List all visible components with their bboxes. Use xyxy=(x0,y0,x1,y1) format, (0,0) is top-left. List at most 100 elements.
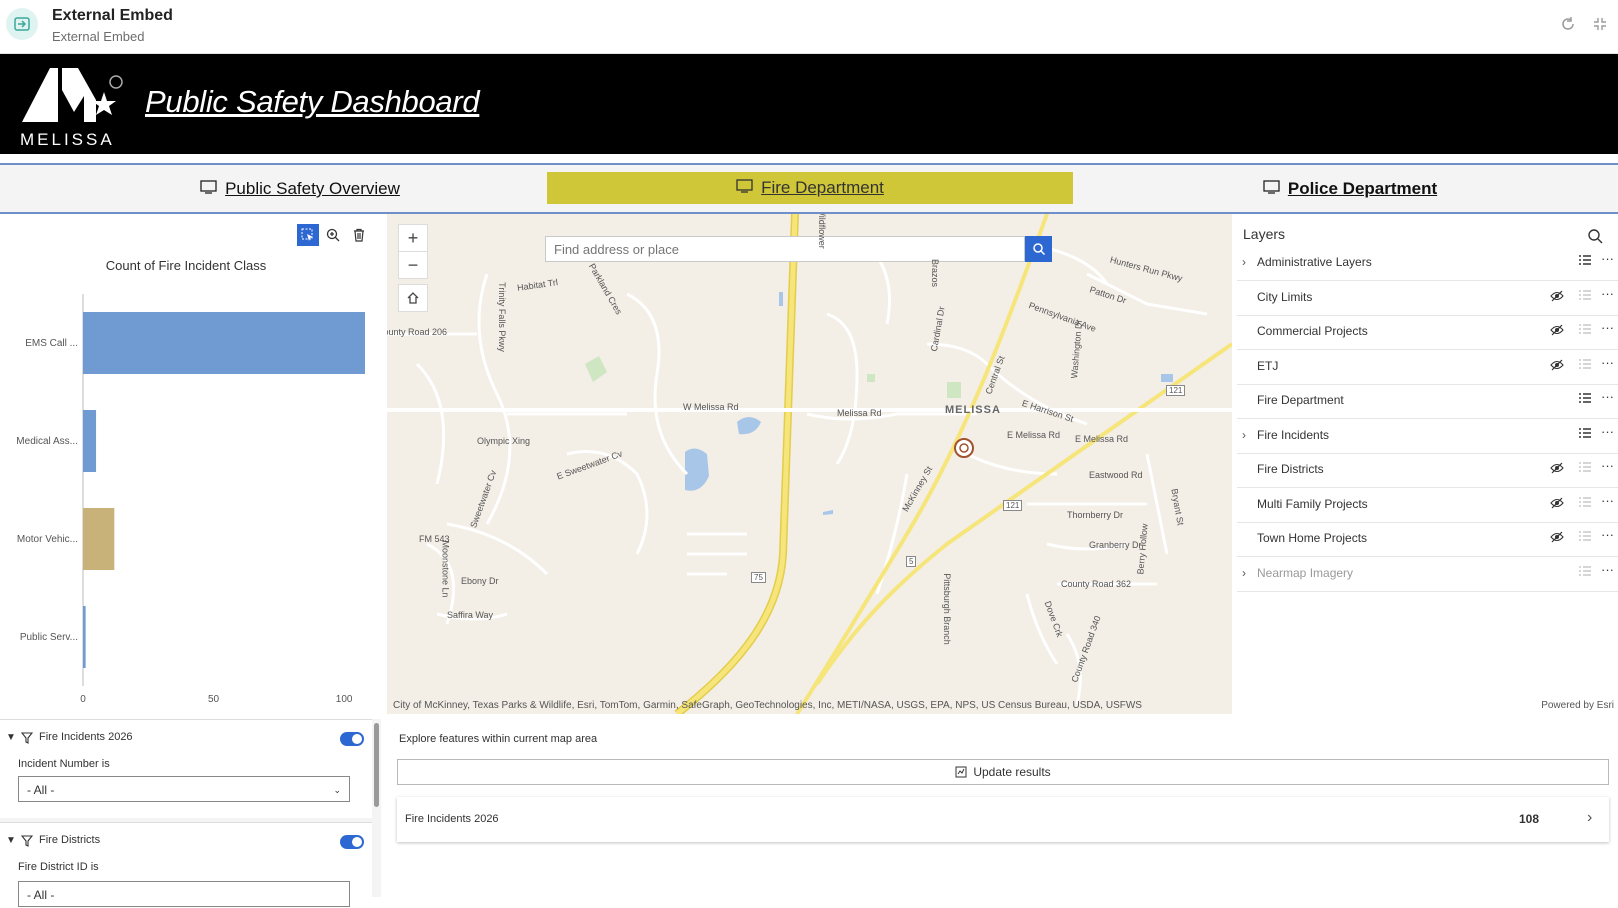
update-results-button[interactable]: Update results xyxy=(397,759,1609,785)
home-icon xyxy=(407,292,419,304)
tab-police-department[interactable]: Police Department xyxy=(1170,173,1530,205)
embed-title: External Embed xyxy=(52,7,173,24)
bar[interactable] xyxy=(83,312,365,374)
map-label: Thornberry Dr xyxy=(1067,510,1124,520)
dashboard-nav: Public Safety Overview Fire Department P… xyxy=(0,163,1618,214)
bar[interactable] xyxy=(83,508,115,570)
more-options-icon[interactable]: ··· xyxy=(1601,493,1614,508)
layer-item[interactable]: Town Home Projects ··· xyxy=(1237,522,1618,557)
layer-item[interactable]: › Nearmap Imagery ··· xyxy=(1237,557,1618,592)
chevron-down-icon: ⌄ xyxy=(333,785,341,795)
layer-name: Fire Districts xyxy=(1257,462,1324,476)
more-options-icon[interactable]: ··· xyxy=(1601,424,1614,439)
layer-item[interactable]: › Administrative Layers ··· xyxy=(1237,246,1618,281)
legend-icon[interactable] xyxy=(1578,254,1592,271)
tab-public-safety-overview[interactable]: Public Safety Overview xyxy=(120,173,480,205)
fire-district-select[interactable]: - All - xyxy=(18,881,350,907)
more-options-icon[interactable]: ··· xyxy=(1601,320,1614,335)
layer-item[interactable]: › Fire Incidents ··· xyxy=(1237,419,1618,454)
legend-icon[interactable] xyxy=(1578,530,1592,547)
more-options-icon[interactable]: ··· xyxy=(1601,389,1614,404)
layers-panel: Layers › Administrative Layers ··· City Lim… xyxy=(1237,214,1618,714)
bar[interactable] xyxy=(83,606,86,668)
chevron-right-icon[interactable]: › xyxy=(1242,255,1246,269)
more-options-icon[interactable]: ··· xyxy=(1601,355,1614,370)
eye-hidden-icon[interactable] xyxy=(1550,530,1564,547)
caret-down-icon[interactable]: ▼ xyxy=(6,732,16,743)
trash-icon[interactable] xyxy=(348,224,370,246)
eye-hidden-icon[interactable] xyxy=(1550,323,1564,340)
layer-item[interactable]: ETJ ··· xyxy=(1237,350,1618,385)
legend-icon[interactable] xyxy=(1578,358,1592,375)
home-button[interactable] xyxy=(398,284,428,312)
layer-name: Commercial Projects xyxy=(1257,324,1368,338)
layers-title: Layers xyxy=(1243,226,1286,242)
caret-down-icon[interactable]: ▼ xyxy=(6,835,16,846)
filter-icon xyxy=(20,731,34,749)
tab-fire-department[interactable]: Fire Department xyxy=(547,172,1073,204)
incident-number-select[interactable]: - All - ⌄ xyxy=(18,776,350,802)
map-label: Ebony Dr xyxy=(461,576,499,586)
chevron-right-icon[interactable]: › xyxy=(1242,566,1246,580)
legend-icon[interactable] xyxy=(1578,427,1592,444)
map-label: W Melissa Rd xyxy=(683,402,739,412)
layer-name: Administrative Layers xyxy=(1257,255,1372,269)
result-card[interactable]: Fire Incidents 2026 108 › xyxy=(397,797,1609,842)
refresh-icon[interactable] xyxy=(1560,16,1576,37)
result-count: 108 xyxy=(1519,812,1540,826)
scrollbar[interactable] xyxy=(374,723,379,807)
legend-icon[interactable] xyxy=(1578,461,1592,478)
legend-icon[interactable] xyxy=(1578,392,1592,409)
search-icon xyxy=(1032,243,1045,256)
legend-icon[interactable] xyxy=(1578,565,1592,582)
legend-icon[interactable] xyxy=(1578,289,1592,306)
more-options-icon[interactable]: ··· xyxy=(1601,458,1614,473)
eye-hidden-icon[interactable] xyxy=(1550,496,1564,513)
map-label: Brazos xyxy=(930,258,941,288)
legend-icon[interactable] xyxy=(1578,496,1592,513)
layer-item[interactable]: Commercial Projects ··· xyxy=(1237,315,1618,350)
search-input[interactable] xyxy=(545,236,1025,262)
highway-shield: 5 xyxy=(906,556,917,567)
eye-hidden-icon[interactable] xyxy=(1550,289,1564,306)
map-view[interactable]: + − Hunters Run Pkwy Patton Dr Pennsylva… xyxy=(387,214,1232,714)
legend-icon[interactable] xyxy=(1578,323,1592,340)
eye-hidden-icon[interactable] xyxy=(1550,358,1564,375)
filter-toggle[interactable] xyxy=(340,835,364,849)
search-button[interactable] xyxy=(1025,236,1052,262)
embed-header: External Embed External Embed xyxy=(0,0,1618,54)
map-label: Wildflower xyxy=(816,214,827,249)
layer-item[interactable]: Multi Family Projects ··· xyxy=(1237,488,1618,523)
layer-item[interactable]: Fire Districts ··· xyxy=(1237,453,1618,488)
layer-item[interactable]: Fire Department ··· xyxy=(1237,384,1618,419)
refresh-map-icon xyxy=(955,766,967,778)
map-label: E Melissa Rd xyxy=(1007,430,1061,440)
zoom-in-button[interactable]: + xyxy=(398,224,428,252)
zoom-icon[interactable] xyxy=(322,224,344,246)
more-options-icon[interactable]: ··· xyxy=(1601,251,1614,266)
update-label: Update results xyxy=(973,765,1051,779)
collapse-icon[interactable] xyxy=(1592,16,1608,37)
explore-heading: Explore features within current map area xyxy=(399,733,598,745)
more-options-icon[interactable]: ··· xyxy=(1601,527,1614,542)
eye-hidden-icon[interactable] xyxy=(1550,461,1564,478)
select-value: - All - xyxy=(27,783,55,797)
map-label: Granberry Dr xyxy=(1089,540,1142,550)
more-options-icon[interactable]: ··· xyxy=(1601,286,1614,301)
tick-label: 0 xyxy=(80,694,86,705)
highway-shield: 121 xyxy=(1166,385,1186,396)
melissa-logo: MELISSA xyxy=(18,60,126,150)
more-options-icon[interactable]: ··· xyxy=(1601,562,1614,577)
monitor-icon xyxy=(200,179,217,199)
selection-tool-button[interactable] xyxy=(297,224,319,246)
layer-name: Multi Family Projects xyxy=(1257,496,1368,511)
dashboard-header: MELISSA Public Safety Dashboard xyxy=(0,54,1618,154)
layer-item[interactable]: City Limits ··· xyxy=(1237,281,1618,316)
category-label: Medical Ass... xyxy=(16,436,78,447)
chevron-right-icon[interactable]: › xyxy=(1242,428,1246,442)
zoom-out-button[interactable]: − xyxy=(398,251,428,279)
filter-toggle[interactable] xyxy=(340,732,364,746)
explore-panel: Explore features within current map area… xyxy=(387,719,1618,897)
bar[interactable] xyxy=(83,410,97,472)
svg-text:MELISSA: MELISSA xyxy=(20,130,115,149)
